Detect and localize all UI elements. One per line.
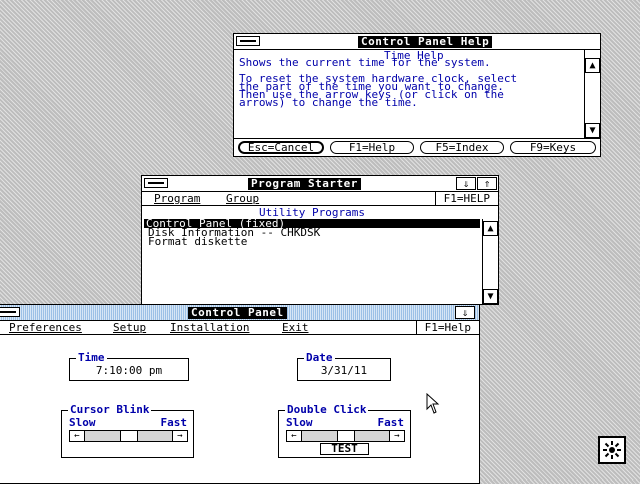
cursor-blink-label: Cursor Blink xyxy=(68,403,152,416)
control-panel-menubar: Preferences Setup Installation Exit F1=H… xyxy=(0,321,479,335)
menu-program-label: Program xyxy=(154,192,201,205)
scroll-down-arrow-icon[interactable]: ▼ xyxy=(483,289,498,304)
scroll-down-arrow-icon[interactable]: ▼ xyxy=(585,123,600,138)
menu-preferences-label: Preferences xyxy=(9,321,82,334)
date-label: Date xyxy=(304,351,335,364)
menu-program[interactable]: Program xyxy=(154,193,200,205)
cursor-blink-slider[interactable]: ← → xyxy=(69,430,188,442)
help-text: Shows the current time for the system. T… xyxy=(239,56,579,109)
help-title: Control Panel Help xyxy=(358,36,493,48)
index-button[interactable]: F5=Index xyxy=(420,141,504,154)
program-starter-title: Program Starter xyxy=(248,178,361,190)
program-list-scrollbar[interactable]: ▲ ▼ xyxy=(482,219,498,304)
menu-preferences[interactable]: Preferences xyxy=(9,322,82,334)
right-arrow-icon[interactable]: → xyxy=(172,431,187,441)
sun-burst-icon[interactable] xyxy=(598,436,626,464)
left-arrow-icon[interactable]: ← xyxy=(70,431,85,441)
fast-label: Fast xyxy=(377,416,405,429)
left-arrow-icon[interactable]: ← xyxy=(287,431,302,441)
double-click-label: Double Click xyxy=(285,403,369,416)
keys-button[interactable]: F9=Keys xyxy=(510,141,596,154)
date-group: Date 3/31/11 xyxy=(297,352,391,381)
time-label: Time xyxy=(76,351,107,364)
maximize-icon[interactable]: ⇑ xyxy=(477,177,497,190)
program-starter-window: Program Starter ⇓ ⇑ Program Group F1=HEL… xyxy=(141,175,499,305)
help-window: Control Panel Help Time Help Shows the c… xyxy=(233,33,601,157)
double-click-group: Double Click Slow Fast ← → TEST xyxy=(278,404,411,458)
right-arrow-icon[interactable]: → xyxy=(389,431,404,441)
help-scrollbar[interactable]: ▲ ▼ xyxy=(584,50,600,138)
control-panel-title: Control Panel xyxy=(188,307,287,319)
slider-thumb[interactable] xyxy=(337,431,355,441)
control-panel-titlebar[interactable]: Control Panel ⇓ xyxy=(0,305,479,321)
menu-exit[interactable]: Exit xyxy=(282,322,309,334)
program-list: Control Panel (fixed) Disk Information -… xyxy=(144,218,480,247)
slow-label: Slow xyxy=(286,416,313,429)
scroll-up-arrow-icon[interactable]: ▲ xyxy=(585,58,600,73)
help-line: arrows) to change the time. xyxy=(239,96,418,109)
slider-thumb[interactable] xyxy=(120,431,138,441)
menu-setup-label: Setup xyxy=(113,321,147,334)
help-titlebar[interactable]: Control Panel Help xyxy=(234,34,600,50)
minimize-icon[interactable]: ⇓ xyxy=(456,177,476,190)
menu-setup[interactable]: Setup xyxy=(113,322,146,334)
test-button[interactable]: TEST xyxy=(320,443,369,455)
cursor-blink-group: Cursor Blink Slow Fast ← → xyxy=(61,404,194,458)
menu-installation[interactable]: Installation xyxy=(170,322,249,334)
help-line: Shows the current time for the system. xyxy=(239,56,491,69)
help-button[interactable]: F1=Help xyxy=(330,141,414,154)
time-field[interactable]: 7:10:00 pm xyxy=(70,365,188,377)
system-menu-icon[interactable] xyxy=(236,36,260,46)
scroll-up-arrow-icon[interactable]: ▲ xyxy=(483,221,498,236)
help-button-bar: Esc=Cancel F1=Help F5=Index F9=Keys xyxy=(234,138,600,156)
menu-installation-label: Installation xyxy=(170,321,250,334)
program-starter-menubar: Program Group F1=HELP xyxy=(142,192,498,206)
minimize-icon[interactable]: ⇓ xyxy=(455,306,475,319)
menu-group-label: Group xyxy=(226,192,260,205)
system-menu-icon[interactable] xyxy=(0,307,20,317)
menu-exit-label: Exit xyxy=(282,321,309,334)
control-panel-window: Control Panel ⇓ Preferences Setup Instal… xyxy=(0,304,480,484)
system-menu-icon[interactable] xyxy=(144,178,168,188)
f1-help-label[interactable]: F1=HELP xyxy=(434,192,498,206)
double-click-slider[interactable]: ← → xyxy=(286,430,405,442)
date-field[interactable]: 3/31/11 xyxy=(298,365,390,377)
fast-label: Fast xyxy=(160,416,188,429)
slow-label: Slow xyxy=(69,416,96,429)
menu-group[interactable]: Group xyxy=(226,193,259,205)
mouse-arrow-icon xyxy=(426,393,440,414)
time-group: Time 7:10:00 pm xyxy=(69,352,189,381)
cancel-button[interactable]: Esc=Cancel xyxy=(238,141,324,154)
program-starter-titlebar[interactable]: Program Starter ⇓ ⇑ xyxy=(142,176,498,192)
f1-help-label[interactable]: F1=Help xyxy=(415,321,479,335)
